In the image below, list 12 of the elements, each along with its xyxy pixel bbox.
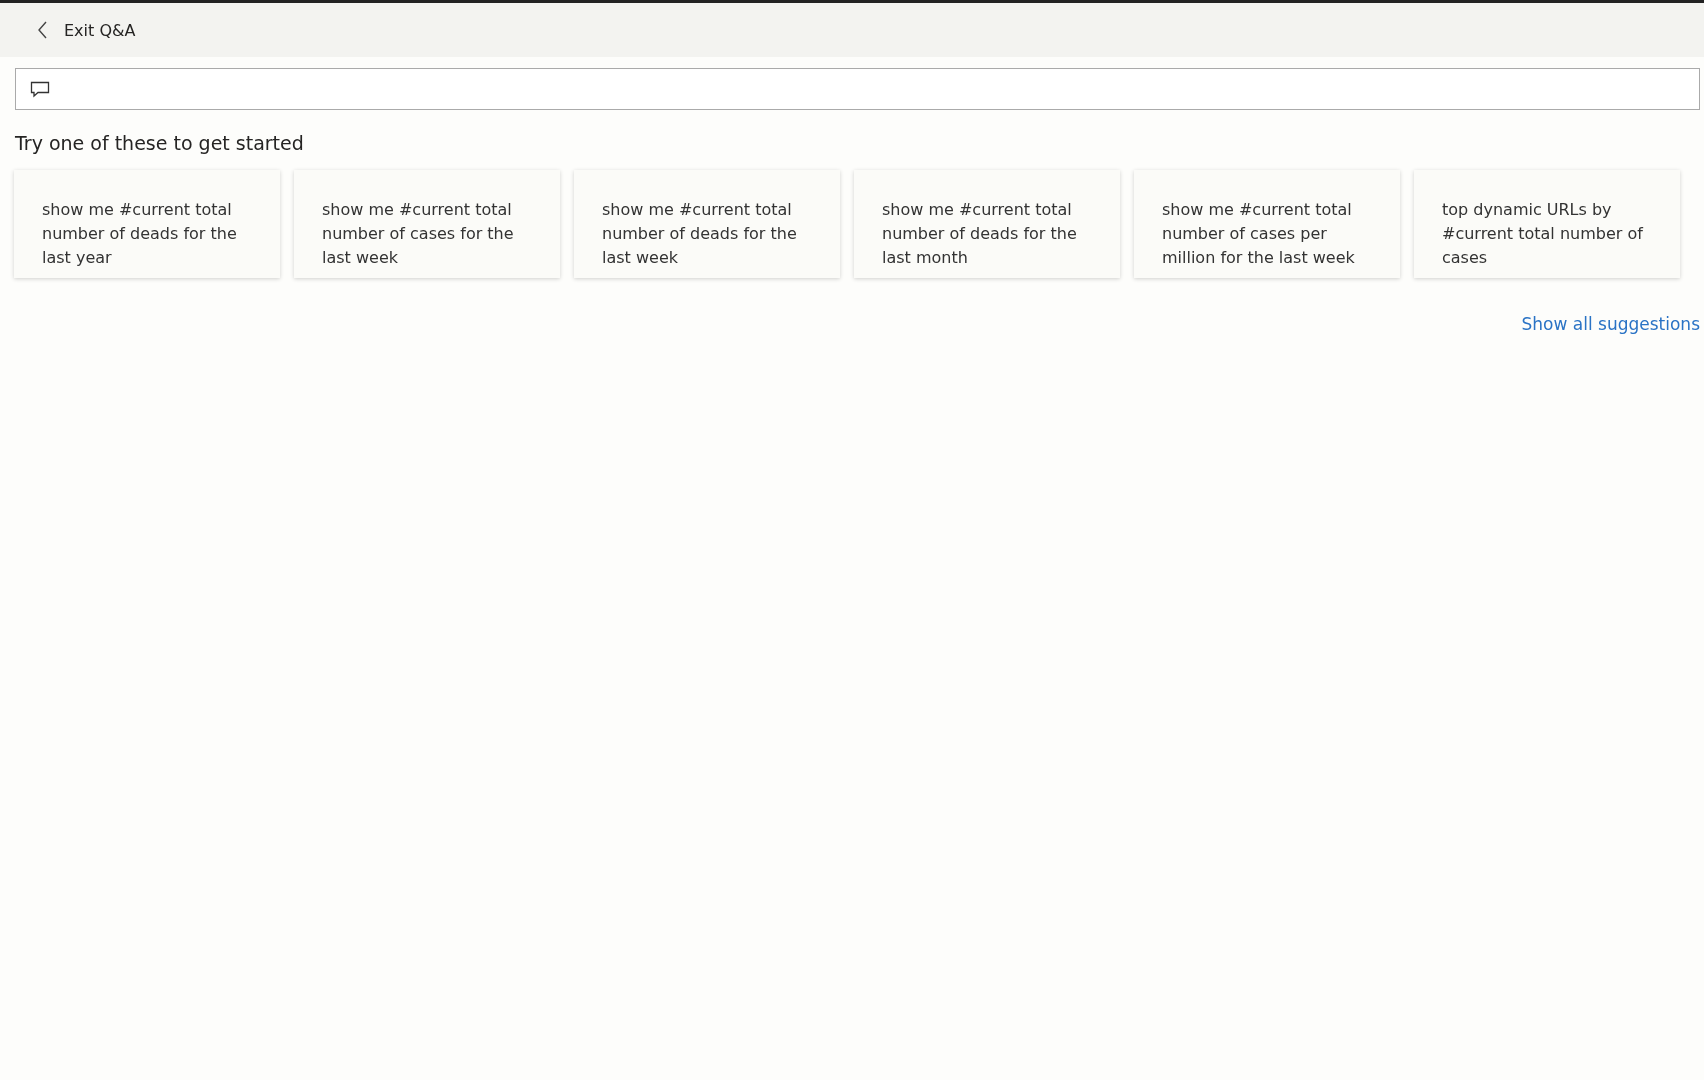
suggestion-card[interactable]: show me #current total number of cases per million for the last week — [1134, 170, 1400, 278]
suggestions-heading: Try one of these to get started — [15, 132, 305, 154]
back-chevron-icon — [38, 21, 48, 39]
suggestion-card[interactable]: show me #current total number of deads for the last week — [574, 170, 840, 278]
show-all-suggestions-link[interactable]: Show all suggestions — [1521, 314, 1700, 334]
chat-bubble-icon — [30, 80, 50, 98]
question-input-field[interactable] — [15, 68, 1700, 110]
suggestion-card[interactable]: show me #current total number of deads for the last year — [14, 170, 280, 278]
suggestion-card[interactable]: show me #current total number of deads for the last month — [854, 170, 1120, 278]
suggestion-card[interactable]: show me #current total number of cases for the last week — [294, 170, 560, 278]
suggestion-card[interactable]: top dynamic URLs by #current total number of cases — [1414, 170, 1680, 278]
exit-qa-button[interactable]: Exit Q&A — [34, 16, 140, 44]
